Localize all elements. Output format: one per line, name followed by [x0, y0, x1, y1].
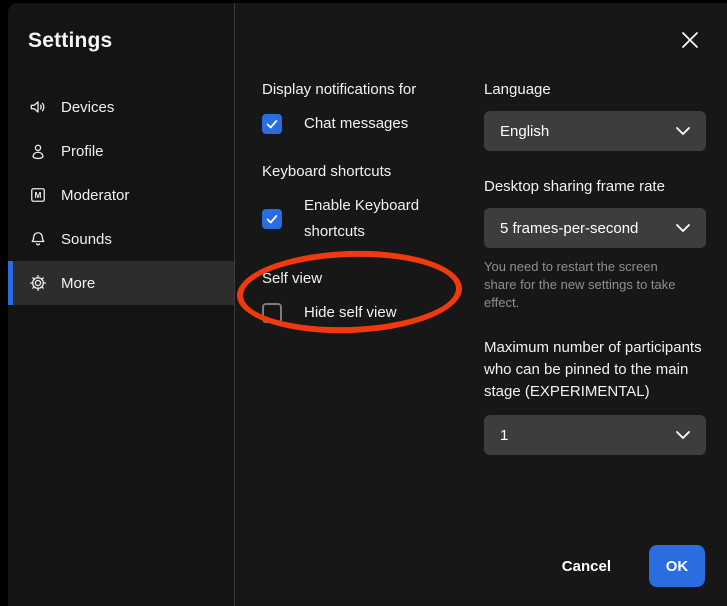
language-select[interactable]: English — [484, 111, 706, 151]
language-selected-value: English — [500, 123, 549, 140]
ok-button[interactable]: OK — [649, 545, 705, 587]
chat-messages-row: Chat messages — [262, 111, 470, 137]
sidebar-item-label: Profile — [61, 143, 104, 160]
frame-rate-select[interactable]: 5 frames-per-second — [484, 208, 706, 248]
checkmark-icon — [265, 212, 279, 226]
hide-self-view-row: Hide self view — [262, 300, 470, 326]
sidebar-item-label: Sounds — [61, 231, 112, 248]
sidebar-item-sounds[interactable]: Sounds — [8, 217, 234, 261]
settings-dialog: Settings Devices — [8, 3, 727, 606]
frame-rate-selected-value: 5 frames-per-second — [500, 220, 638, 237]
more-panel-right-column: Language English Desktop sharing frame r… — [484, 80, 706, 455]
self-view-heading: Self view — [262, 269, 470, 288]
hide-self-view-label[interactable]: Hide self view — [304, 300, 397, 326]
keyboard-shortcuts-heading: Keyboard shortcuts — [262, 162, 470, 181]
notifications-heading: Display notifications for — [262, 80, 470, 99]
enable-keyboard-label[interactable]: Enable Keyboard shortcuts — [304, 193, 444, 245]
gear-icon — [28, 273, 48, 293]
max-pinned-select[interactable]: 1 — [484, 415, 706, 455]
moderator-m-icon: M — [28, 185, 48, 205]
sidebar-item-more[interactable]: More — [8, 261, 234, 305]
dialog-footer: Cancel OK — [562, 545, 705, 587]
chevron-down-icon — [676, 431, 690, 439]
settings-sidebar: Settings Devices — [8, 3, 235, 606]
bell-icon — [28, 229, 48, 249]
sidebar-item-moderator[interactable]: M Moderator — [8, 173, 234, 217]
dialog-title: Settings — [28, 29, 234, 53]
max-pinned-heading: Maximum number of participants who can b… — [484, 337, 706, 403]
person-icon — [28, 141, 48, 161]
chat-messages-checkbox[interactable] — [262, 114, 282, 134]
svg-text:M: M — [35, 190, 42, 200]
hide-self-view-checkbox[interactable] — [262, 303, 282, 323]
sidebar-item-label: More — [61, 275, 95, 292]
close-icon[interactable] — [679, 30, 701, 52]
checkmark-icon — [265, 117, 279, 131]
chevron-down-icon — [676, 224, 690, 232]
sidebar-item-profile[interactable]: Profile — [8, 129, 234, 173]
enable-keyboard-row: Enable Keyboard shortcuts — [262, 193, 470, 245]
chevron-down-icon — [676, 127, 690, 135]
speaker-icon — [28, 97, 48, 117]
sidebar-item-devices[interactable]: Devices — [8, 85, 234, 129]
sidebar-item-label: Moderator — [61, 187, 129, 204]
chat-messages-label[interactable]: Chat messages — [304, 111, 408, 137]
language-heading: Language — [484, 80, 706, 99]
sidebar-item-label: Devices — [61, 99, 114, 116]
sidebar-nav: Devices Profile M — [8, 85, 234, 305]
cancel-button[interactable]: Cancel — [562, 558, 611, 575]
more-panel-left-column: Display notifications for Chat messages … — [262, 80, 470, 326]
frame-rate-hint: You need to restart the screen share for… — [484, 258, 692, 312]
frame-rate-heading: Desktop sharing frame rate — [484, 177, 706, 196]
enable-keyboard-checkbox[interactable] — [262, 209, 282, 229]
max-pinned-selected-value: 1 — [500, 427, 508, 444]
